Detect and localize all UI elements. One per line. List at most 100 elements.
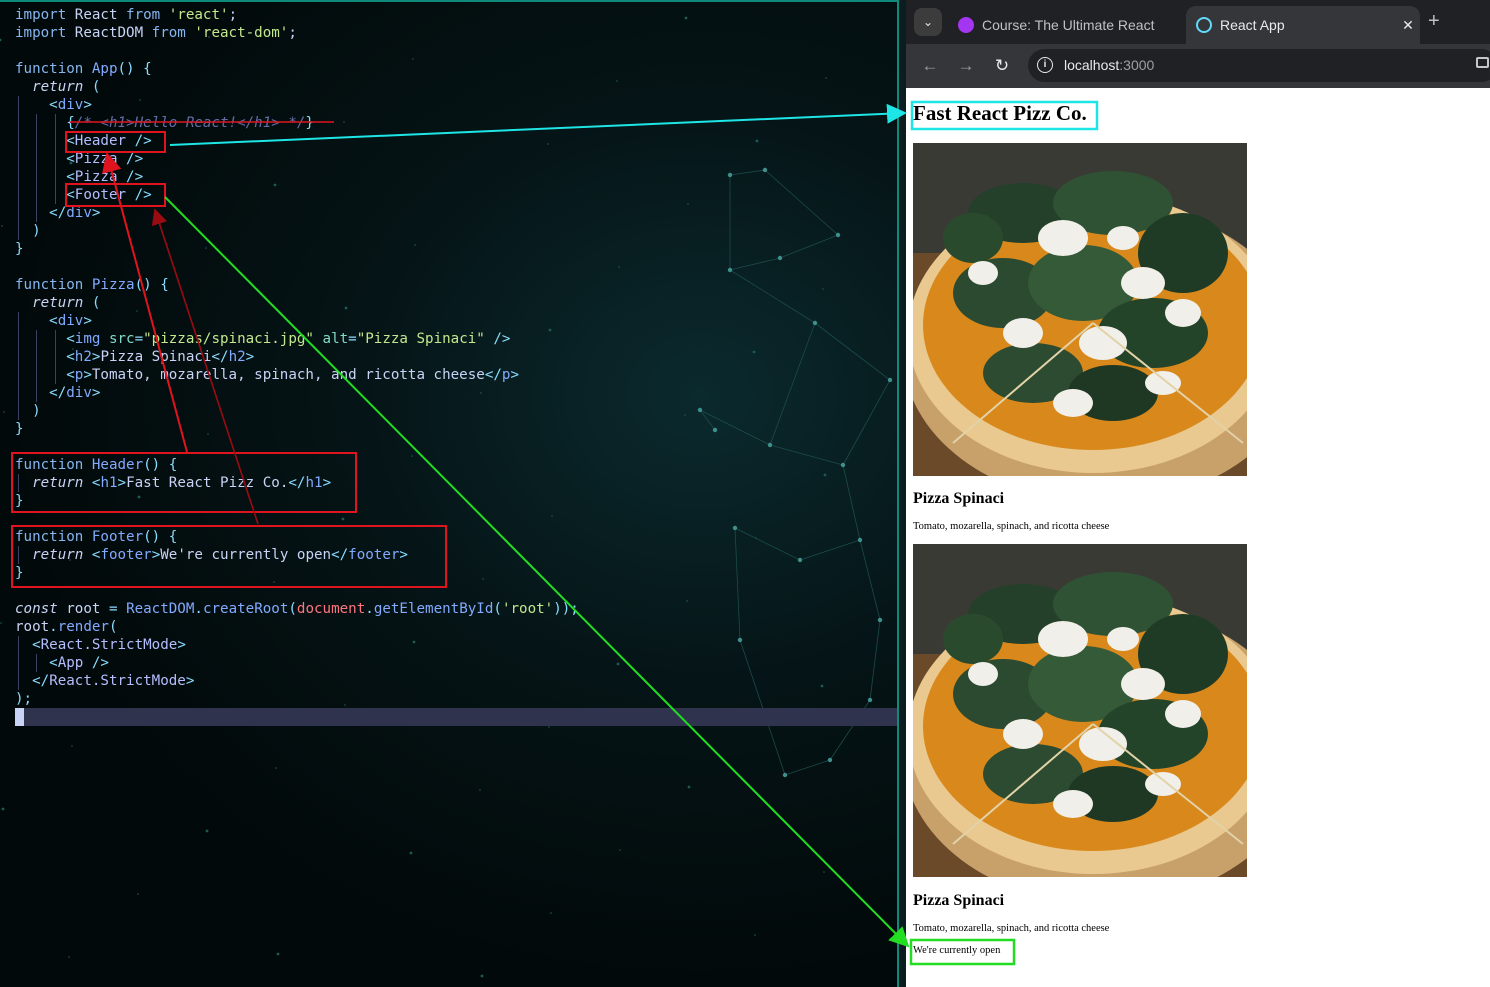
ricotta-cheese (968, 662, 998, 686)
tab-react-app[interactable]: React App ✕ (1186, 6, 1420, 44)
star-dot (1, 225, 3, 227)
code-line[interactable]: } (15, 492, 579, 510)
network-link (769, 322, 816, 446)
ricotta-cheese (1038, 621, 1088, 657)
star-dot (616, 80, 618, 82)
star-dot (479, 789, 481, 791)
code-line[interactable]: function Header() { (15, 456, 579, 474)
network-node (827, 757, 833, 763)
browser-toolbar: ← → ↻ i localhost:3000 (906, 44, 1490, 88)
code-line[interactable]: <App /> (15, 654, 579, 672)
star-dot (687, 785, 691, 789)
code-line[interactable]: <Footer /> (15, 186, 579, 204)
code-line[interactable]: <div> (15, 96, 579, 114)
window-divider[interactable] (899, 0, 906, 987)
text-cursor (15, 708, 24, 726)
star-dot (755, 139, 759, 143)
ricotta-cheese (1003, 719, 1043, 749)
network-node (877, 617, 883, 623)
extensions-icon[interactable] (1476, 57, 1489, 68)
code-line[interactable]: <div> (15, 312, 579, 330)
code-line[interactable]: </React.StrictMode> (15, 672, 579, 690)
network-link (779, 234, 839, 259)
tab-strip: ⌄ Course: The Ultimate React React App ✕… (906, 0, 1490, 44)
forward-arrow-icon[interactable]: → (954, 54, 978, 78)
pizza-ingredients: Tomato, mozarella, spinach, and ricotta … (913, 923, 1110, 934)
network-link (729, 269, 816, 324)
code-line[interactable]: <React.StrictMode> (15, 636, 579, 654)
ricotta-cheese (1121, 668, 1165, 700)
network-node (835, 232, 841, 238)
code-line[interactable]: } (15, 564, 579, 582)
code-line[interactable]: root.render( (15, 618, 579, 636)
code-line[interactable] (15, 42, 579, 60)
code-line[interactable]: <Header /> (15, 132, 579, 150)
network-link (764, 169, 839, 236)
spinach-leaf (943, 213, 1003, 263)
star-dot (68, 956, 70, 958)
code-line[interactable] (15, 258, 579, 276)
tab-course[interactable]: Course: The Ultimate React (948, 6, 1180, 44)
star-dot (0, 622, 2, 624)
code-line[interactable]: return ( (15, 294, 579, 312)
code-editor[interactable]: import React from 'react'; import ReactDO… (0, 0, 898, 987)
site-info-icon[interactable]: i (1037, 57, 1053, 73)
code-line[interactable] (15, 510, 579, 528)
code-line[interactable]: import ReactDOM from 'react-dom'; (15, 24, 579, 42)
code-line[interactable] (15, 582, 579, 600)
code-line[interactable]: function App() { (15, 60, 579, 78)
code-line[interactable]: return <footer>We're currently open</foo… (15, 546, 579, 564)
code-line[interactable]: const root = ReactDOM.createRoot(documen… (15, 600, 579, 618)
browser-window: ⌄ Course: The Ultimate React React App ✕… (906, 0, 1490, 987)
page-footer: We're currently open (913, 945, 1001, 956)
reload-icon[interactable]: ↻ (990, 54, 1014, 78)
star-dot (755, 537, 757, 539)
code-line[interactable]: {/* <h1>Hello React!</h1> */} (15, 114, 579, 132)
network-link (699, 409, 716, 431)
course-favicon-icon (958, 17, 974, 33)
network-node (712, 427, 718, 433)
code-line[interactable]: import React from 'react'; (15, 6, 579, 24)
code-line[interactable] (15, 438, 579, 456)
pizza-name: Pizza Spinaci (913, 892, 1005, 909)
network-node (867, 697, 873, 703)
code-line[interactable]: function Footer() { (15, 528, 579, 546)
network-node (727, 267, 733, 273)
ricotta-cheese (1121, 267, 1165, 299)
current-line-highlight (15, 708, 897, 726)
network-link (734, 527, 741, 641)
star-dot (825, 77, 827, 79)
star-dot (684, 16, 688, 20)
code-line[interactable]: return <h1>Fast React Pizz Co.</h1> (15, 474, 579, 492)
new-tab-button[interactable]: + (1428, 10, 1440, 33)
editor-top-border (0, 0, 898, 2)
code-line[interactable]: <p>Tomato, mozarella, spinach, and ricot… (15, 366, 579, 384)
code-line[interactable]: } (15, 420, 579, 438)
code-line[interactable]: ) (15, 402, 579, 420)
network-link (799, 539, 861, 561)
code-line[interactable]: ); (15, 690, 579, 708)
source-code[interactable]: import React from 'react'; import ReactDO… (15, 6, 579, 708)
star-dot (550, 912, 552, 914)
code-line[interactable]: </div> (15, 384, 579, 402)
code-line[interactable]: <img src="pizzas/spinaci.jpg" alt="Pizza… (15, 330, 579, 348)
tab-search-button[interactable]: ⌄ (914, 8, 942, 36)
code-line[interactable]: function Pizza() { (15, 276, 579, 294)
ricotta-cheese (1165, 299, 1201, 327)
address-bar[interactable]: i localhost:3000 (1028, 49, 1490, 82)
network-link (859, 539, 881, 621)
code-line[interactable]: <Pizza /> (15, 150, 579, 168)
network-link (784, 759, 831, 776)
close-tab-icon[interactable]: ✕ (1396, 17, 1420, 34)
url-text: localhost:3000 (1064, 57, 1155, 73)
code-line[interactable]: <h2>Pizza Spinaci</h2> (15, 348, 579, 366)
back-arrow-icon[interactable]: ← (918, 54, 942, 78)
star-dot (409, 851, 413, 855)
pizza-name: Pizza Spinaci (913, 490, 1005, 507)
code-line[interactable]: <Pizza /> (15, 168, 579, 186)
code-line[interactable]: } (15, 240, 579, 258)
code-line[interactable]: ) (15, 222, 579, 240)
code-line[interactable]: </div> (15, 204, 579, 222)
code-line[interactable]: return ( (15, 78, 579, 96)
star-dot (752, 350, 756, 354)
